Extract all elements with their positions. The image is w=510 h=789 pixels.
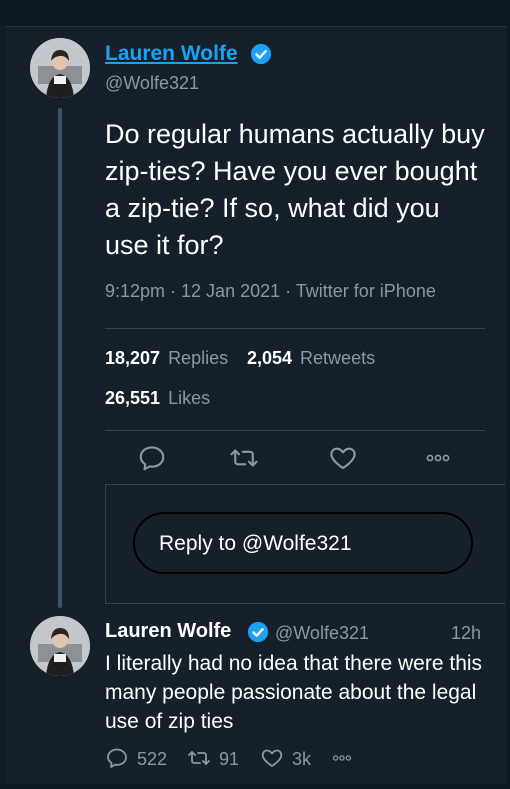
more-icon[interactable] — [423, 443, 453, 473]
retweets-stat[interactable]: 2,054 Retweets — [247, 348, 375, 369]
reply-author-handle[interactable]: @Wolfe321 — [275, 623, 369, 644]
avatar-image — [30, 616, 90, 676]
left-gutter — [0, 26, 6, 789]
avatar-image — [30, 38, 90, 98]
likes-stat[interactable]: 26,551 Likes — [105, 388, 210, 409]
likes-count: 26,551 — [105, 388, 161, 408]
verified-badge-icon — [250, 43, 272, 65]
author-avatar[interactable] — [30, 38, 90, 98]
bottom-border — [0, 784, 510, 789]
retweets-count: 2,054 — [247, 348, 293, 368]
more-icon[interactable] — [330, 746, 354, 770]
likes-label: Likes — [168, 388, 211, 408]
reply-likes-count: 3k — [292, 749, 312, 769]
author-name-link[interactable]: Lauren Wolfe — [105, 42, 238, 66]
reply-author-name[interactable]: Lauren Wolfe — [105, 620, 231, 643]
top-bar — [0, 0, 510, 27]
reply-icon[interactable] — [137, 443, 167, 473]
replies-count: 18,207 — [105, 348, 161, 368]
retweet-icon[interactable] — [229, 443, 259, 473]
reply-author-avatar[interactable] — [30, 616, 90, 676]
reply-tweet-text: I literally had no idea that there were … — [105, 652, 483, 733]
reply-timestamp[interactable]: 12h — [451, 623, 481, 644]
right-gutter — [506, 26, 510, 789]
tweet-text: Do regular humans actually buy zip-ties?… — [105, 119, 485, 260]
reply-to-button[interactable]: Reply to @Wolfe321 — [133, 512, 473, 574]
divider — [105, 328, 485, 329]
thread-connector-line — [58, 108, 62, 608]
replies-label: Replies — [168, 348, 229, 368]
replies-stat[interactable]: 18,207 Replies — [105, 348, 228, 369]
verified-badge-icon — [247, 621, 269, 643]
retweet-icon[interactable] — [187, 746, 211, 770]
author-handle[interactable]: @Wolfe321 — [105, 73, 199, 94]
reply-icon[interactable] — [105, 746, 129, 770]
reply-retweets-count: 91 — [219, 749, 240, 769]
like-icon[interactable] — [260, 746, 284, 770]
reply-replies-count: 522 — [137, 749, 168, 769]
retweets-label: Retweets — [300, 348, 376, 368]
like-icon[interactable] — [328, 443, 358, 473]
divider — [105, 430, 485, 431]
tweet-metadata: 9:12pm · 12 Jan 2021 · Twitter for iPhon… — [105, 281, 436, 301]
